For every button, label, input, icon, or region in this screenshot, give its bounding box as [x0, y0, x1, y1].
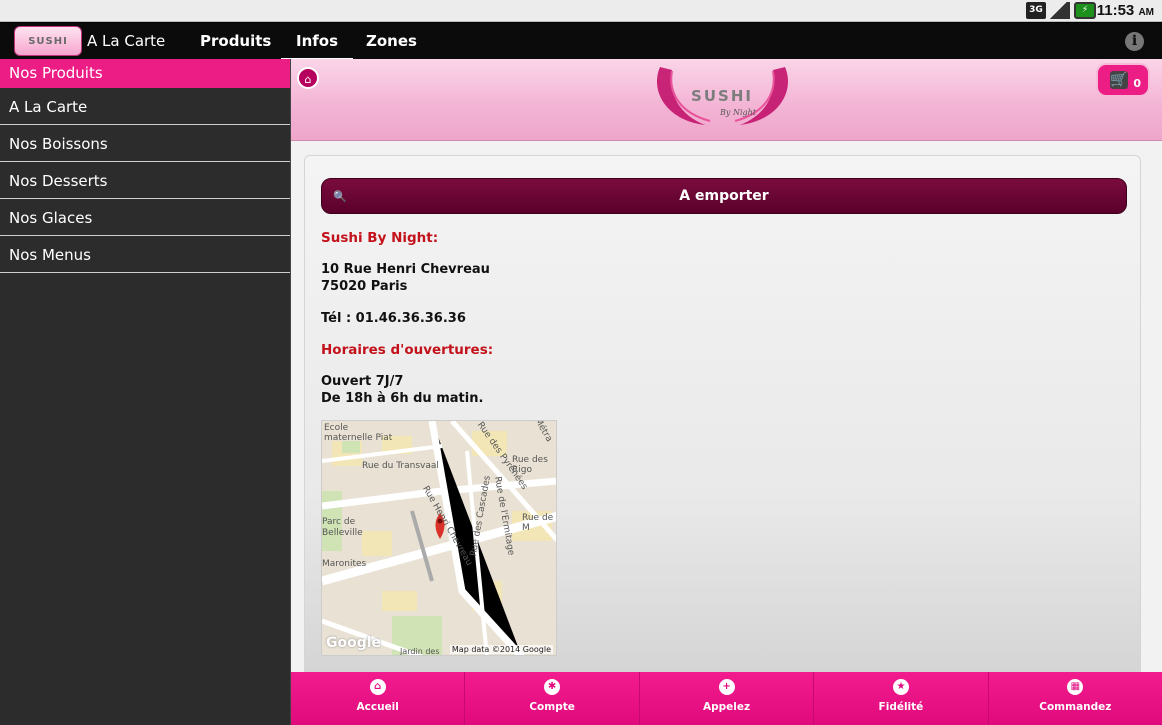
sidebar-item-nos-desserts[interactable]: Nos Desserts — [0, 162, 290, 199]
network-3g-icon: 3G — [1026, 2, 1046, 19]
phone-number[interactable]: Tél : 01.46.36.36.36 — [321, 310, 466, 327]
plus-icon: + — [718, 679, 735, 695]
home-icon: ⌂ — [369, 679, 386, 695]
address-line1: 10 Rue Henri Chevreau — [321, 262, 490, 277]
sidebar-item-nos-menus[interactable]: Nos Menus — [0, 236, 290, 273]
page-header: ⌂ SUSHI By Night 🛒 0 — [291, 59, 1162, 141]
nav-appelez[interactable]: + Appelez — [640, 672, 815, 725]
hours-line1: Ouvert 7J/7 — [321, 374, 404, 389]
action-bar: SUSHI A La Carte Produits Infos Zones i — [0, 23, 1162, 62]
app-title: A La Carte — [87, 32, 166, 50]
sidebar-item-a-la-carte[interactable]: A La Carte — [0, 88, 290, 125]
battery-icon: ⚡ — [1074, 2, 1096, 19]
tab-produits[interactable]: Produits — [200, 32, 271, 50]
signal-icon — [1050, 2, 1070, 19]
address-line2: 75020 Paris — [321, 279, 408, 294]
main-content: ⌂ SUSHI By Night 🛒 0 🔍 A emporter Sushi … — [291, 59, 1162, 725]
map-label-jardin: Jardin des — [400, 647, 440, 656]
status-clock: 11:53 AM — [1097, 2, 1154, 19]
cart-icon: 🛒 — [1110, 71, 1128, 89]
map-label-maronites: Maronites — [322, 559, 367, 569]
shop-title: Sushi By Night: — [321, 230, 439, 246]
nav-fidelite-label: Fidélité — [878, 701, 924, 713]
map-label-transvaal: Rue du Transvaal — [362, 461, 439, 471]
nav-accueil-label: Accueil — [356, 701, 399, 713]
hours-title: Horaires d'ouvertures: — [321, 342, 494, 358]
info-card: 🔍 A emporter Sushi By Night: 10 Rue Henr… — [304, 155, 1141, 725]
status-bar: 3G ⚡ 11:53 AM — [0, 0, 1162, 22]
nav-fidelite[interactable]: ★ Fidélité — [814, 672, 989, 725]
google-logo: Google — [326, 635, 382, 651]
nav-compte-label: Compte — [529, 701, 575, 713]
nav-compte[interactable]: ✱ Compte — [465, 672, 640, 725]
sidebar: Nos Produits A La Carte Nos Boissons Nos… — [0, 59, 291, 725]
clock-time: 11:53 — [1096, 2, 1135, 19]
app-logo-text: SUSHI — [28, 35, 68, 47]
clock-ampm: AM — [1138, 7, 1154, 18]
map-label-ecole: Ecole — [324, 423, 349, 433]
app-logo[interactable]: SUSHI — [14, 26, 82, 56]
cart-count: 0 — [1133, 77, 1141, 90]
map-credit: Map data ©2014 Google — [449, 645, 553, 654]
map-label-rigo: Rue des Rigo — [512, 455, 548, 475]
cart-button[interactable]: 🛒 0 — [1096, 63, 1150, 97]
home-icon[interactable]: ⌂ — [297, 67, 319, 89]
grid-icon: ▦ — [1067, 679, 1084, 695]
brand-name: SUSHI — [691, 87, 753, 105]
nav-commandez-label: Commandez — [1039, 701, 1112, 713]
tab-zones[interactable]: Zones — [366, 32, 417, 50]
nav-commandez[interactable]: ▦ Commandez — [989, 672, 1162, 725]
bottom-nav: ⌂ Accueil ✱ Compte + Appelez ★ Fidélité … — [291, 672, 1162, 725]
delivery-mode-bar[interactable]: 🔍 A emporter — [321, 178, 1127, 214]
delivery-mode-label: A emporter — [679, 188, 769, 204]
info-icon[interactable]: i — [1125, 32, 1144, 51]
tab-infos[interactable]: Infos — [280, 32, 354, 62]
sidebar-item-nos-glaces[interactable]: Nos Glaces — [0, 199, 290, 236]
brand-logo: SUSHI By Night — [657, 67, 788, 125]
gear-icon: ✱ — [544, 679, 561, 695]
map-label-maternelle: maternelle Piat — [324, 433, 393, 443]
location-map[interactable]: Ecole maternelle Piat Rue du Transvaal R… — [321, 420, 557, 656]
status-icons: 3G ⚡ — [1026, 2, 1096, 19]
sidebar-item-nos-produits[interactable]: Nos Produits — [0, 59, 290, 88]
map-label-belleville: Belleville — [322, 528, 363, 538]
hours-line2: De 18h à 6h du matin. — [321, 391, 484, 406]
sidebar-item-nos-boissons[interactable]: Nos Boissons — [0, 125, 290, 162]
map-label-parc: Parc de — [322, 517, 356, 527]
star-icon: ★ — [892, 679, 909, 695]
map-label-ruedem: Rue de M — [522, 513, 554, 533]
brand-tagline: By Night — [719, 108, 757, 117]
nav-accueil[interactable]: ⌂ Accueil — [291, 672, 466, 725]
nav-appelez-label: Appelez — [702, 701, 751, 713]
